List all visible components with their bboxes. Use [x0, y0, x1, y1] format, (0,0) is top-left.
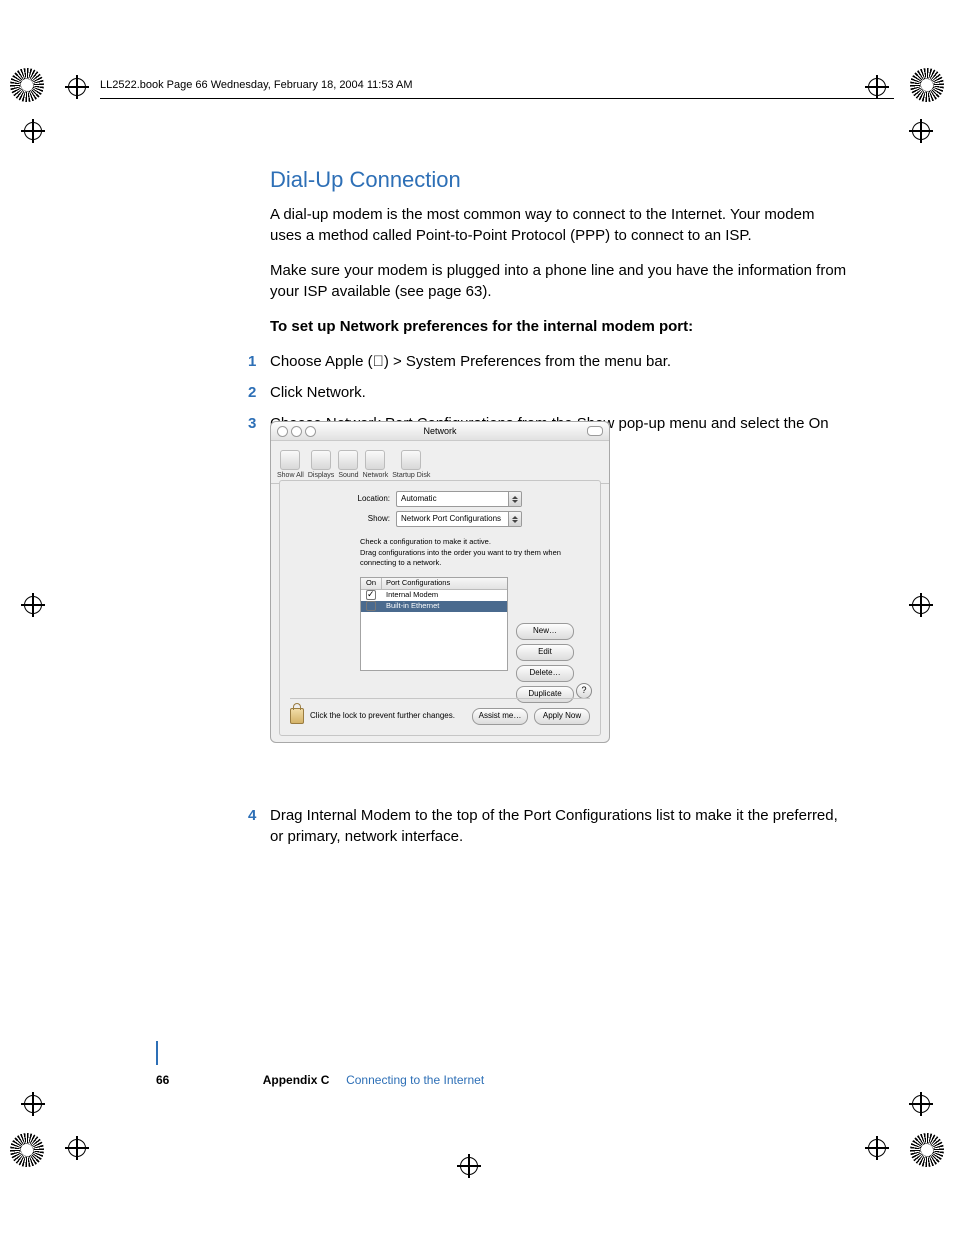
on-checkbox[interactable]	[361, 601, 382, 611]
print-header: LL2522.book Page 66 Wednesday, February …	[100, 79, 413, 91]
minimize-icon[interactable]	[291, 426, 302, 437]
paragraph: Make sure your modem is plugged into a p…	[270, 260, 850, 302]
print-mark	[10, 1133, 44, 1167]
paragraph: A dial-up modem is the most common way t…	[270, 204, 850, 246]
document-body: Dial-Up Connection A dial-up modem is th…	[270, 165, 850, 857]
assist-me-button[interactable]: Assist me…	[472, 708, 528, 725]
step: 2Click Network.	[270, 382, 850, 403]
step: 4Drag Internal Modem to the top of the P…	[270, 805, 850, 847]
show-select[interactable]: Network Port Configurations	[396, 511, 522, 527]
print-mark	[910, 1133, 944, 1167]
lock-text: Click the lock to prevent further change…	[310, 710, 455, 721]
titlebar: Network	[271, 422, 609, 441]
lock-icon[interactable]	[290, 708, 304, 724]
displays-icon	[311, 450, 331, 470]
toolbar: Show All Displays Sound Network Startup …	[271, 441, 609, 484]
lock-row: Click the lock to prevent further change…	[290, 698, 590, 727]
print-mark	[24, 596, 42, 614]
print-mark	[10, 68, 44, 102]
toolbar-displays[interactable]: Displays	[308, 450, 334, 481]
table-row[interactable]: Built-in Ethernet	[361, 601, 507, 612]
toolbar-network[interactable]: Network	[363, 450, 389, 481]
sound-icon	[338, 450, 358, 470]
location-row: Location: Automatic	[280, 491, 600, 507]
close-icon[interactable]	[277, 426, 288, 437]
toolbar-show-all[interactable]: Show All	[277, 450, 304, 481]
startup-disk-icon	[401, 450, 421, 470]
table-header: OnPort Configurations	[361, 578, 507, 590]
content-pane: Location: Automatic Show: Network Port C…	[279, 480, 601, 736]
delete-button[interactable]: Delete…	[516, 665, 574, 682]
location-select[interactable]: Automatic	[396, 491, 522, 507]
page: LL2522.book Page 66 Wednesday, February …	[0, 0, 954, 1235]
edit-button[interactable]: Edit	[516, 644, 574, 661]
page-number: 66	[156, 1073, 169, 1087]
print-mark	[24, 1095, 42, 1113]
appendix-label: Appendix C	[263, 1073, 330, 1087]
print-mark	[910, 68, 944, 102]
new-button[interactable]: New…	[516, 623, 574, 640]
apply-now-button[interactable]: Apply Now	[534, 708, 590, 725]
page-footer: 66 Appendix C Connecting to the Internet	[156, 1073, 484, 1087]
print-mark	[912, 596, 930, 614]
print-mark	[68, 78, 86, 96]
show-all-icon	[280, 450, 300, 470]
chevron-updown-icon	[508, 492, 521, 506]
table-row[interactable]: Internal Modem	[361, 590, 507, 601]
zoom-icon[interactable]	[305, 426, 316, 437]
network-icon	[365, 450, 385, 470]
print-mark	[912, 122, 930, 140]
toolbar-toggle[interactable]	[587, 426, 603, 436]
step: 1Choose Apple () > System Preferences f…	[270, 351, 850, 372]
print-mark	[868, 78, 886, 96]
footer-rule	[156, 1041, 158, 1065]
print-mark	[912, 1095, 930, 1113]
show-row: Show: Network Port Configurations	[280, 511, 600, 527]
side-buttons: New… Edit Delete… Duplicate	[516, 623, 574, 703]
print-header-rule	[100, 98, 894, 99]
window-title: Network	[271, 422, 609, 440]
print-mark	[24, 122, 42, 140]
toolbar-startup-disk[interactable]: Startup Disk	[392, 450, 430, 481]
print-mark	[868, 1139, 886, 1157]
help-button[interactable]: ?	[576, 683, 592, 699]
network-prefs-window: Network Show All Displays Sound Network …	[270, 421, 610, 743]
chapter-title: Connecting to the Internet	[346, 1073, 484, 1087]
on-checkbox[interactable]	[361, 590, 382, 600]
heading: Dial-Up Connection	[270, 165, 850, 196]
step-list-cont: 4Drag Internal Modem to the top of the P…	[270, 805, 850, 847]
location-label: Location:	[280, 493, 396, 504]
chevron-updown-icon	[508, 512, 521, 526]
traffic-lights[interactable]	[277, 426, 316, 437]
procedure-title: To set up Network preferences for the in…	[270, 316, 850, 337]
hint-text: Check a configuration to make it active.…	[360, 537, 570, 569]
show-label: Show:	[280, 513, 396, 524]
toolbar-sound[interactable]: Sound	[338, 450, 358, 481]
print-mark	[68, 1139, 86, 1157]
port-config-table[interactable]: OnPort Configurations Internal Modem Bui…	[360, 577, 508, 671]
print-mark	[460, 1157, 478, 1175]
